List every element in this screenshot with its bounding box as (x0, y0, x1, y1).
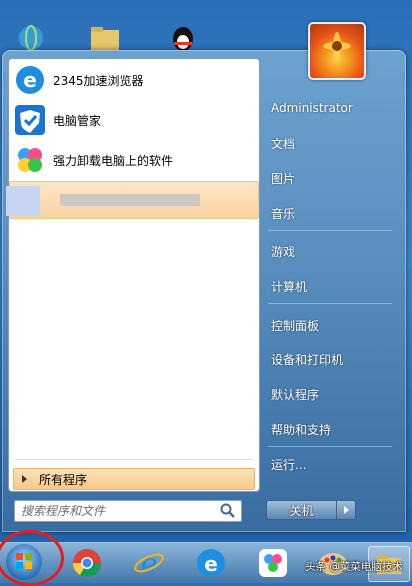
globe-icon (19, 25, 43, 51)
separator (268, 446, 392, 447)
arrow-right-icon (22, 475, 27, 483)
search-input[interactable] (15, 503, 219, 519)
folder-icon (91, 27, 119, 50)
right-item-help-support[interactable]: 帮助和支持 (264, 418, 394, 440)
right-item-computer[interactable]: 计算机 (264, 275, 394, 297)
flower-avatar-icon (323, 32, 351, 60)
program-item-uninstaller[interactable]: 强力卸载电脑上的软件 (9, 141, 259, 179)
right-item-control-panel[interactable]: 控制面板 (264, 314, 394, 336)
program-label: 电脑管家 (53, 113, 102, 128)
programs-pane: e 2345加速浏览器 电脑管家 强力卸载电脑上的软件 所有程序 (6, 58, 260, 492)
right-item-pictures[interactable]: 图片 (264, 167, 394, 189)
start-menu: e 2345加速浏览器 电脑管家 强力卸载电脑上的软件 所有程序 搜索程序和文件… (2, 22, 406, 532)
desktop-icon-network[interactable] (14, 22, 48, 52)
shutdown-options-arrow-icon[interactable] (336, 501, 355, 519)
2345-browser-icon[interactable]: e (194, 546, 228, 580)
search-icon[interactable] (219, 502, 237, 520)
shield-icon (15, 105, 45, 135)
all-programs-label: 所有程序 (39, 472, 88, 487)
program-item-2345-browser[interactable]: e 2345加速浏览器 (9, 61, 259, 99)
right-item-default-programs[interactable]: 默认程序 (264, 383, 394, 405)
internet-explorer-icon[interactable]: e (132, 546, 166, 580)
blurred-icon (6, 186, 40, 216)
svg-text:e: e (141, 547, 158, 580)
right-item-games[interactable]: 游戏 (264, 240, 394, 262)
program-item-pc-manager[interactable]: 电脑管家 (9, 101, 259, 139)
recent-program-item-blurred[interactable] (6, 181, 259, 219)
blurred-label (60, 194, 200, 206)
shutdown-button[interactable]: 关机 (266, 500, 356, 520)
separator (15, 459, 253, 460)
separator (268, 230, 392, 231)
program-label: 2345加速浏览器 (53, 73, 144, 88)
desktop-icon-qq[interactable] (166, 22, 200, 52)
program-label: 强力卸载电脑上的软件 (53, 153, 174, 168)
user-name-link[interactable]: Administrator (264, 97, 394, 119)
shutdown-label: 关机 (289, 503, 314, 518)
watermark-text: 头条 @菜菜电脑技术 (305, 561, 403, 573)
search-box[interactable] (14, 500, 242, 522)
all-programs-button[interactable]: 所有程序 (13, 468, 255, 490)
highlight-circle (0, 530, 64, 586)
right-item-documents[interactable]: 文档 (264, 132, 394, 154)
desktop-icon-folder[interactable] (88, 22, 122, 52)
chrome-icon[interactable] (70, 546, 104, 580)
clover-icon (18, 148, 42, 172)
separator (268, 303, 392, 304)
right-item-devices-printers[interactable]: 设备和打印机 (264, 348, 394, 370)
ie-style-browser-icon: e (16, 66, 44, 94)
right-item-run[interactable]: 运行... (264, 453, 394, 475)
right-item-music[interactable]: 音乐 (264, 202, 394, 224)
photo-app-icon[interactable] (256, 546, 290, 580)
svg-text:e: e (23, 68, 37, 92)
penguin-icon (173, 27, 193, 51)
user-avatar[interactable] (308, 22, 366, 80)
svg-text:e: e (204, 552, 218, 576)
